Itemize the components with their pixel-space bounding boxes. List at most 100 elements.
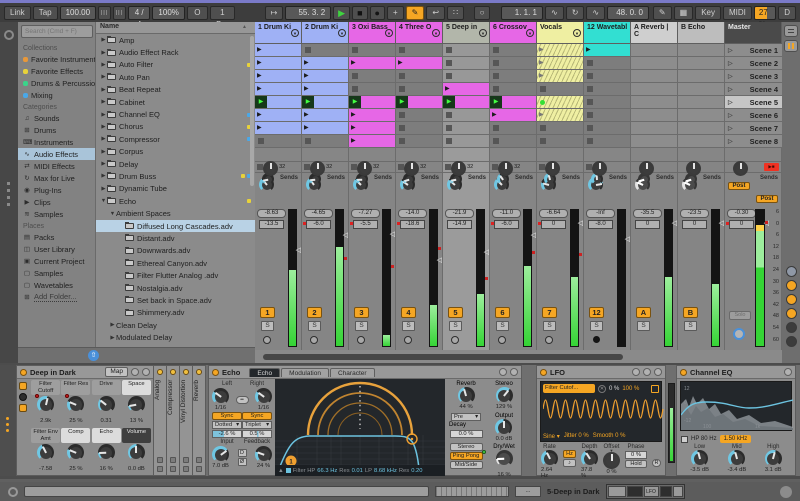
edit-icon[interactable] [643, 368, 651, 376]
device-thumb[interactable] [673, 486, 683, 497]
browser-collapse-icon[interactable] [4, 30, 14, 40]
volume-field[interactable]: 0 [635, 220, 660, 229]
device-chain-overview[interactable]: LFO [606, 484, 685, 499]
clip-slot[interactable] [349, 44, 396, 57]
clip-slot[interactable] [678, 109, 725, 122]
clip-slot[interactable] [396, 44, 443, 57]
clip-slot[interactable] [678, 122, 725, 135]
expand-arrow-icon[interactable]: ▼ [100, 198, 107, 204]
clip-slot[interactable]: ▶ [443, 83, 490, 96]
hotswap-icon[interactable] [183, 457, 189, 463]
volume-field[interactable]: -14.9 [447, 220, 472, 229]
right-sync-mode-menu[interactable]: Triplet▾ [242, 421, 272, 429]
fader-handle[interactable]: ◁ [719, 221, 724, 227]
arm-button[interactable] [545, 336, 553, 344]
device-thumb[interactable] [608, 486, 626, 497]
file-list-item[interactable]: ▶Clean Delay [96, 319, 255, 331]
clip-slot[interactable]: ▶ [537, 70, 584, 83]
track-header[interactable]: 1 Drum Ki▾ [255, 22, 302, 44]
overflow-box[interactable]: ... [515, 486, 541, 497]
lfo-min-value[interactable]: 0 % [609, 386, 619, 392]
scene-row[interactable]: ▷Scene 2 [725, 57, 782, 70]
scene-row[interactable]: ▷Scene 6 [725, 109, 782, 122]
file-list-item[interactable]: ▶Amp [96, 34, 255, 46]
file-list-header[interactable]: Name ▲ [96, 22, 255, 34]
scene-play-icon[interactable]: ▷ [728, 125, 733, 132]
save-preset-icon[interactable] [654, 368, 662, 376]
solo-button[interactable]: S [543, 321, 556, 331]
sync-mode-button[interactable]: ♪ [563, 459, 576, 467]
file-list-item[interactable]: ▶Auto Filter [96, 59, 255, 71]
send-a-post-button[interactable]: Post [728, 182, 750, 190]
left-sync-mode-menu[interactable]: Dotted▾ [212, 421, 242, 429]
track-header[interactable]: 4 Three O▾ [396, 22, 443, 44]
offset-knob[interactable] [603, 452, 620, 469]
returns-section-toggle[interactable] [786, 294, 797, 305]
pan-knob[interactable] [498, 161, 513, 176]
clip-slot[interactable] [678, 83, 725, 96]
file-list-scrollbar[interactable] [250, 36, 254, 186]
clip-slot[interactable] [490, 44, 537, 57]
track-header[interactable]: 5 Deep in▾ [443, 22, 490, 44]
track-header[interactable]: A Reverb | C [631, 22, 678, 44]
phase-field[interactable]: 0 % [625, 451, 647, 459]
track-activator-button[interactable]: B [683, 307, 698, 318]
track-header[interactable]: 12 Wavetabl [584, 22, 631, 44]
clip-slot[interactable]: ▶ [490, 96, 537, 109]
time-signature-field[interactable]: 4 / 4 [128, 6, 151, 20]
nudge-up-button[interactable]: ||| [113, 6, 126, 20]
clip-slot[interactable] [584, 135, 631, 148]
clip-slot[interactable] [302, 44, 349, 57]
rate-knob[interactable] [541, 450, 558, 467]
jitter-control[interactable]: Jitter 0 % [564, 433, 589, 440]
pan-knob[interactable] [639, 161, 654, 176]
clip-slot[interactable] [678, 70, 725, 83]
solo-button[interactable]: S [684, 321, 697, 331]
fader-handle[interactable]: ◁ [578, 221, 583, 227]
hz-mode-button[interactable]: Hz [563, 450, 576, 458]
clip-slot[interactable]: ▶ [443, 96, 490, 109]
key-map-button[interactable]: Key [695, 6, 721, 20]
show-chains-icon[interactable] [19, 404, 27, 412]
scene-play-icon[interactable]: ▷ [728, 86, 733, 93]
save-preset-icon[interactable] [196, 466, 202, 472]
show-devices-icon[interactable] [19, 393, 27, 401]
right-offset-field[interactable]: 0.5 % [242, 430, 272, 438]
scene-row[interactable]: ▷Scene 8 [725, 135, 782, 148]
clip-slot[interactable] [584, 109, 631, 122]
clip-slot[interactable] [584, 83, 631, 96]
capture-midi-button[interactable]: + [387, 6, 404, 20]
smooth-control[interactable]: Smooth 0 % [593, 433, 626, 440]
save-preset-icon[interactable] [170, 466, 176, 472]
expand-arrow-icon[interactable]: ▶ [100, 112, 107, 118]
peak-level-field[interactable]: -Inf [586, 209, 615, 218]
echo-display[interactable]: 100 1k 10k 1 ▲ Filter HP66.3 Hz Res0.01 … [275, 379, 445, 476]
clip-slot[interactable] [255, 135, 302, 148]
file-list-item[interactable]: Ethereal Canyon.adv [96, 257, 255, 269]
expand-arrow-icon[interactable]: ▶ [100, 87, 107, 93]
left-sync-button[interactable]: Sync [212, 412, 242, 420]
track-activator-button[interactable]: 3 [354, 307, 369, 318]
clip-slot[interactable] [443, 109, 490, 122]
clip-slot[interactable] [443, 135, 490, 148]
solo-button[interactable]: S [637, 321, 650, 331]
file-list-item[interactable]: Diffused Long Cascades.adv [96, 220, 255, 232]
pan-knob[interactable] [263, 161, 278, 176]
clip-slot[interactable] [537, 96, 584, 109]
sidebar-item-midi-effects[interactable]: ⇄MIDI Effects [18, 160, 95, 172]
right-sync-button[interactable]: Sync [242, 412, 272, 420]
volume-field[interactable]: 0 [541, 220, 566, 229]
clip-slot[interactable]: ▶ [255, 44, 302, 57]
macro-knob[interactable] [128, 444, 145, 461]
macro-knob[interactable] [98, 444, 115, 461]
clip-slot[interactable]: ▶ [584, 44, 631, 57]
pan-knob[interactable] [404, 161, 419, 176]
save-preset-icon[interactable] [142, 368, 150, 376]
map-icon[interactable] [632, 368, 640, 376]
clip-slot[interactable] [631, 96, 678, 109]
pan-knob[interactable] [451, 161, 466, 176]
sort-icon[interactable]: ▲ [242, 24, 247, 30]
clip-slot[interactable] [537, 122, 584, 135]
track-options-icon[interactable]: ▾ [291, 29, 299, 37]
file-list-item[interactable]: ▶Auto Pan [96, 71, 255, 83]
